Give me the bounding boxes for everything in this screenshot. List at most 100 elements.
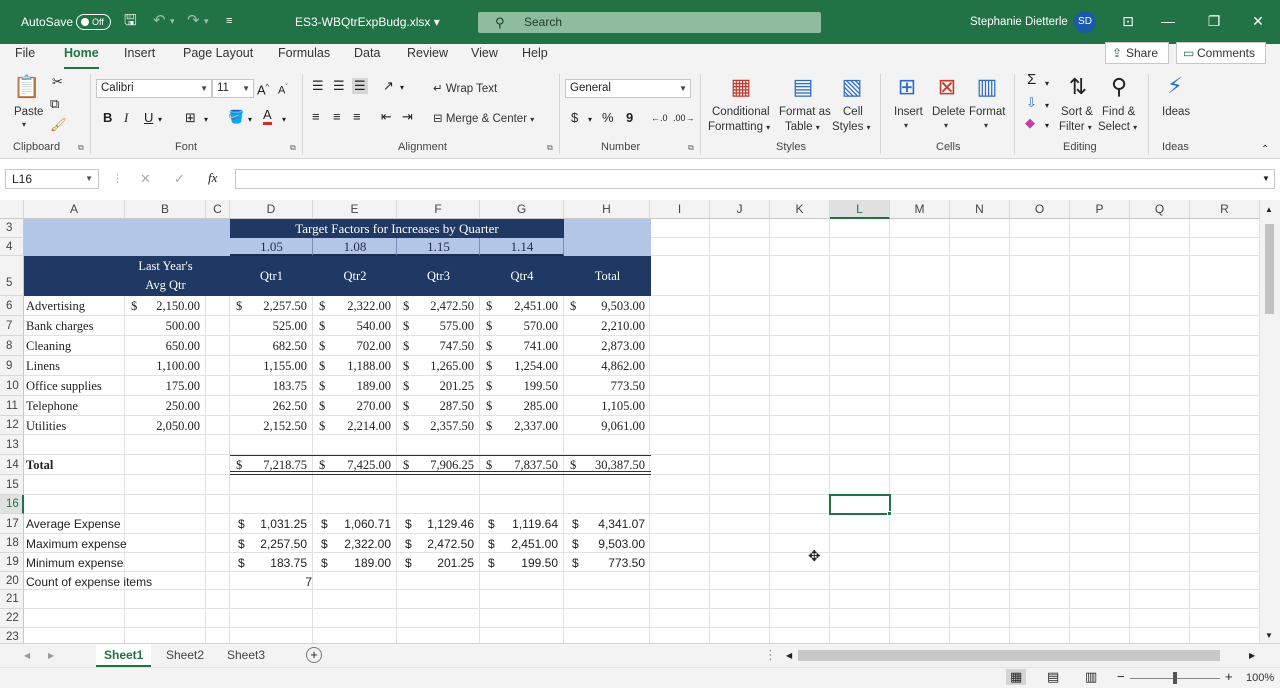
stat-total-value[interactable]: 9,503.00 bbox=[564, 537, 645, 551]
cell[interactable] bbox=[770, 572, 830, 590]
expense-name[interactable]: Office supplies bbox=[26, 379, 102, 394]
cell[interactable] bbox=[1190, 219, 1260, 238]
cell[interactable] bbox=[1010, 455, 1070, 475]
cell[interactable] bbox=[1130, 475, 1190, 495]
row-header-11[interactable]: 11 bbox=[0, 396, 24, 416]
cell[interactable] bbox=[890, 475, 950, 495]
cell[interactable] bbox=[24, 609, 125, 628]
cell[interactable] bbox=[830, 238, 890, 256]
sort-filter-icon[interactable]: ⇅ bbox=[1063, 74, 1093, 100]
tab-view[interactable]: View bbox=[471, 44, 498, 70]
decrease-decimal-icon[interactable]: .00→ bbox=[673, 110, 695, 126]
cell[interactable] bbox=[770, 219, 830, 238]
quarter-value[interactable]: 183.75 bbox=[230, 379, 307, 394]
formula-input[interactable] bbox=[235, 169, 1275, 189]
cell-styles-label-1[interactable]: Cell bbox=[843, 106, 863, 118]
save-icon[interactable]: 🖫 bbox=[124, 12, 137, 30]
cell[interactable] bbox=[1070, 219, 1130, 238]
number-format-combo[interactable]: General ▼ bbox=[565, 79, 691, 98]
cell[interactable] bbox=[1010, 336, 1070, 356]
cell[interactable] bbox=[830, 336, 890, 356]
cell[interactable] bbox=[1190, 256, 1260, 296]
cell[interactable] bbox=[230, 628, 313, 643]
cell[interactable] bbox=[1010, 296, 1070, 316]
row-header-17[interactable]: 17 bbox=[0, 514, 24, 534]
align-center-icon[interactable]: ≡ bbox=[333, 109, 341, 125]
cell[interactable] bbox=[313, 475, 397, 495]
cell[interactable] bbox=[206, 590, 230, 609]
tab-formulas[interactable]: Formulas bbox=[278, 44, 330, 70]
sort-filter-button[interactable]: Filter ▾ bbox=[1059, 121, 1092, 133]
row-total-value[interactable]: 9,503.00 bbox=[564, 299, 645, 314]
cell[interactable] bbox=[830, 435, 890, 455]
cell[interactable] bbox=[1190, 435, 1260, 455]
cell[interactable] bbox=[710, 590, 770, 609]
cell[interactable] bbox=[650, 534, 710, 553]
cell[interactable] bbox=[890, 376, 950, 396]
cell[interactable] bbox=[650, 435, 710, 455]
cell[interactable] bbox=[770, 296, 830, 316]
share-button[interactable]: ⇪ Share bbox=[1105, 42, 1169, 64]
expense-name[interactable]: Advertising bbox=[26, 299, 85, 314]
cell[interactable] bbox=[890, 455, 950, 475]
cell[interactable] bbox=[770, 455, 830, 475]
cell[interactable] bbox=[397, 572, 480, 590]
font-launcher-icon[interactable]: ⧉ bbox=[290, 143, 296, 153]
target-factor-q4[interactable]: 1.14 bbox=[480, 239, 564, 255]
last-year-value[interactable]: 175.00 bbox=[125, 379, 200, 394]
cell[interactable] bbox=[770, 376, 830, 396]
cell[interactable] bbox=[830, 628, 890, 643]
expense-name[interactable]: Linens bbox=[26, 359, 60, 374]
last-year-value[interactable]: 1,100.00 bbox=[125, 359, 200, 374]
cell[interactable] bbox=[397, 609, 480, 628]
row-header-23[interactable]: 23 bbox=[0, 628, 24, 643]
quarter-value[interactable]: 1,254.00 bbox=[480, 359, 558, 374]
cell[interactable] bbox=[710, 572, 770, 590]
fill-dropdown-icon[interactable]: ▾ bbox=[248, 112, 252, 128]
quarter-value[interactable]: 201.25 bbox=[397, 379, 474, 394]
cell[interactable] bbox=[830, 356, 890, 376]
cell[interactable] bbox=[830, 590, 890, 609]
cell[interactable] bbox=[650, 590, 710, 609]
cell[interactable] bbox=[206, 534, 230, 553]
cell[interactable] bbox=[125, 455, 206, 475]
cell[interactable] bbox=[650, 553, 710, 572]
cell[interactable] bbox=[1010, 219, 1070, 238]
cell[interactable] bbox=[1130, 256, 1190, 296]
cell[interactable] bbox=[1070, 336, 1130, 356]
cell[interactable] bbox=[24, 495, 125, 514]
format-as-table-icon[interactable]: ▤ bbox=[788, 74, 818, 100]
row-total-value[interactable]: 2,873.00 bbox=[564, 339, 645, 354]
cell[interactable] bbox=[1190, 376, 1260, 396]
cell[interactable] bbox=[710, 553, 770, 572]
cell[interactable] bbox=[650, 316, 710, 336]
cell[interactable] bbox=[564, 628, 650, 643]
ideas-button[interactable]: Ideas bbox=[1162, 106, 1190, 118]
stat-value[interactable]: 2,257.50 bbox=[230, 537, 307, 551]
cell[interactable] bbox=[1190, 628, 1260, 643]
cell[interactable] bbox=[206, 296, 230, 316]
cell[interactable] bbox=[710, 238, 770, 256]
cell[interactable] bbox=[650, 416, 710, 435]
cell[interactable] bbox=[1010, 514, 1070, 534]
cell[interactable] bbox=[1010, 316, 1070, 336]
cell[interactable] bbox=[1070, 256, 1130, 296]
comments-button[interactable]: ▭ Comments bbox=[1176, 42, 1266, 64]
row-header-8[interactable]: 8 bbox=[0, 336, 24, 356]
quarter-value[interactable]: 1,265.00 bbox=[397, 359, 474, 374]
paste-icon[interactable]: 📋 bbox=[12, 74, 42, 100]
cell[interactable] bbox=[125, 475, 206, 495]
expense-name[interactable]: Cleaning bbox=[26, 339, 71, 354]
cell[interactable] bbox=[710, 455, 770, 475]
cell[interactable] bbox=[890, 572, 950, 590]
document-title[interactable]: ES3-WBQtrExpBudg.xlsx ▾ bbox=[295, 15, 440, 29]
cell[interactable] bbox=[1070, 495, 1130, 514]
total-label[interactable]: Total bbox=[26, 458, 53, 473]
scroll-up-icon[interactable]: ▲ bbox=[1265, 202, 1273, 218]
column-header-d[interactable]: D bbox=[230, 200, 313, 219]
target-factor-q3[interactable]: 1.15 bbox=[397, 239, 480, 255]
cell[interactable] bbox=[710, 416, 770, 435]
quarter-value[interactable]: 285.00 bbox=[480, 399, 558, 414]
quarter-value[interactable]: 1,188.00 bbox=[313, 359, 391, 374]
bold-button[interactable]: B bbox=[103, 110, 112, 126]
